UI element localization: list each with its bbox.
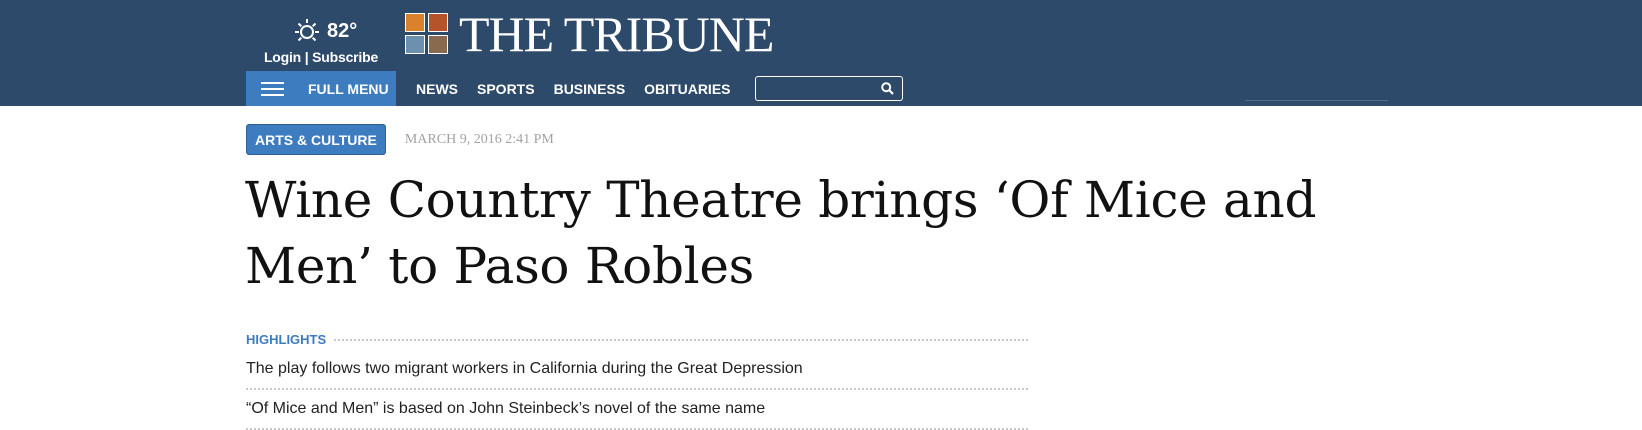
highlight-item: The play follows two migrant workers in …	[246, 350, 1028, 390]
hamburger-icon	[261, 81, 284, 96]
login-link[interactable]: Login	[264, 49, 301, 65]
logo-text: THE TRIBUNE	[459, 6, 774, 62]
nav-link-news[interactable]: NEWS	[416, 81, 458, 97]
site-logo[interactable]: THE TRIBUNE	[405, 6, 774, 62]
nav-link-obituaries[interactable]: OBITUARIES	[644, 81, 730, 97]
masthead: 82° Login | Subscribe THE TRIBUNE FULL M…	[0, 0, 1642, 106]
category-badge[interactable]: ARTS & CULTURE	[246, 124, 386, 155]
weather-widget[interactable]: 82°	[293, 14, 357, 48]
highlight-item: “Of Mice and Men” is based on John Stein…	[246, 390, 1028, 430]
article-date: MARCH 9, 2016 2:41 PM	[404, 131, 554, 147]
highlights-title: HIGHLIGHTS	[246, 331, 327, 347]
search-icon[interactable]	[880, 82, 894, 95]
nav-link-business[interactable]: BUSINESS	[554, 81, 626, 97]
logo-mark-icon	[405, 13, 449, 55]
full-menu-button[interactable]: FULL MENU	[246, 71, 396, 106]
account-links: Login | Subscribe	[246, 49, 396, 65]
sun-icon	[295, 19, 319, 42]
main-nav: FULL MENU NEWS SPORTS BUSINESS OBITUARIE…	[246, 71, 903, 106]
highlights-divider	[334, 339, 1028, 341]
subscribe-link[interactable]: Subscribe	[312, 49, 378, 65]
link-separator: |	[304, 49, 309, 65]
nav-link-sports[interactable]: SPORTS	[477, 81, 535, 97]
temperature: 82°	[327, 19, 358, 42]
article-meta: ARTS & CULTURE MARCH 9, 2016 2:41 PM	[246, 124, 554, 155]
search-input[interactable]	[755, 78, 881, 99]
highlights-box: HIGHLIGHTS The play follows two migrant …	[246, 328, 1028, 430]
search-box	[754, 76, 903, 101]
highlights-header: HIGHLIGHTS	[246, 328, 1028, 350]
article-headline: Wine Country Theatre brings ‘Of Mice and…	[245, 171, 1317, 295]
full-menu-label: FULL MENU	[308, 80, 389, 97]
header-divider	[1245, 100, 1388, 101]
